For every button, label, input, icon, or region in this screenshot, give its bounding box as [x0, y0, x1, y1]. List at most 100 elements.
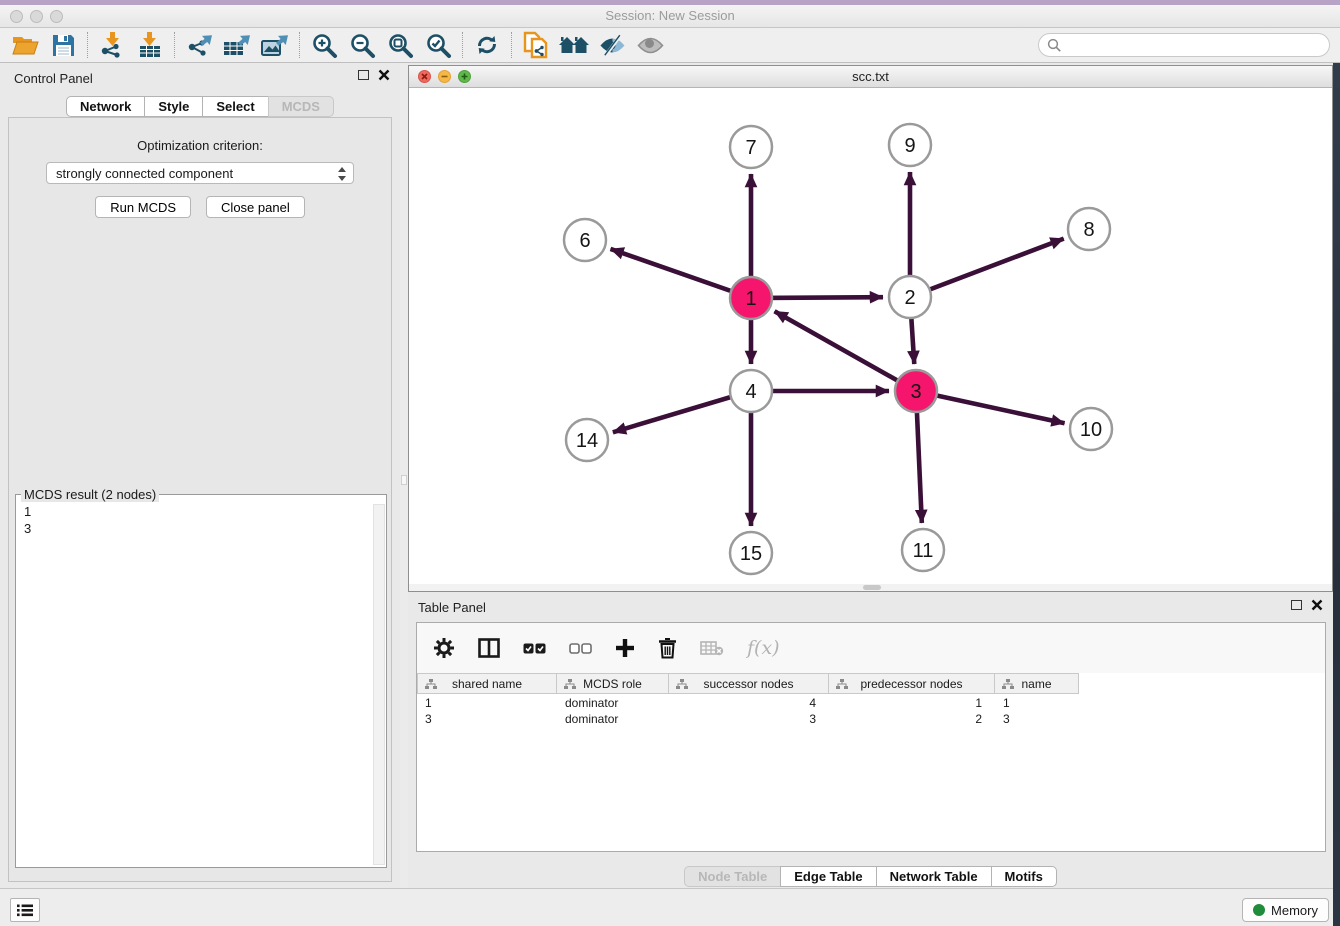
- graph-node-11[interactable]: 11: [902, 529, 944, 571]
- tab-select[interactable]: Select: [202, 96, 268, 117]
- new-network-from-selection-icon[interactable]: [517, 30, 555, 60]
- table-cell[interactable]: 1: [417, 694, 557, 710]
- float-panel-icon[interactable]: [358, 70, 369, 80]
- export-image-icon[interactable]: [256, 30, 294, 60]
- zoom-fit-icon[interactable]: [381, 30, 419, 60]
- search-icon: [1047, 38, 1062, 53]
- table-cell[interactable]: 1: [829, 694, 995, 710]
- table-settings-gear-icon[interactable]: [433, 637, 455, 659]
- run-mcds-button[interactable]: Run MCDS: [95, 196, 191, 218]
- table-tab-motifs[interactable]: Motifs: [991, 866, 1057, 887]
- export-table-icon[interactable]: [218, 30, 256, 60]
- table-row[interactable]: 1dominator411: [417, 694, 1325, 710]
- graph-node-label: 9: [904, 135, 915, 157]
- show-all-eye-icon[interactable]: [631, 30, 669, 60]
- function-builder-icon[interactable]: f(x): [747, 637, 780, 659]
- table-cell[interactable]: dominator: [557, 710, 669, 726]
- node-table: f(x) shared nameMCDS rolesuccessor nodes…: [416, 622, 1326, 852]
- zoom-out-icon[interactable]: [343, 30, 381, 60]
- select-all-checks-icon[interactable]: [523, 643, 546, 654]
- result-scrollbar[interactable]: [373, 504, 385, 865]
- table-panel-title: Table Panel: [418, 600, 486, 615]
- table-tab-node-table[interactable]: Node Table: [684, 866, 781, 887]
- network-canvas[interactable]: 7 9 6 8 1 2 4 3 14 10 15 11: [409, 88, 1332, 584]
- graph-node-label: 8: [1083, 219, 1094, 241]
- refresh-view-icon[interactable]: [468, 30, 506, 60]
- delete-columns-trash-icon[interactable]: [658, 637, 677, 659]
- graph-node-10[interactable]: 10: [1070, 408, 1112, 450]
- graph-node-7[interactable]: 7: [730, 126, 772, 168]
- zoom-in-icon[interactable]: [305, 30, 343, 60]
- tab-network[interactable]: Network: [66, 96, 145, 117]
- apply-layout-icon[interactable]: [555, 30, 593, 60]
- search-input[interactable]: [1062, 36, 1329, 54]
- network-window-titlebar[interactable]: scc.txt: [409, 66, 1332, 88]
- deselect-all-checks-icon[interactable]: [569, 643, 592, 654]
- column-header-successor-nodes[interactable]: successor nodes: [669, 673, 829, 694]
- graph-node-3[interactable]: 3: [895, 370, 937, 412]
- graph-node-14[interactable]: 14: [566, 419, 608, 461]
- delete-table-icon[interactable]: [700, 640, 724, 656]
- graph-node-4[interactable]: 4: [730, 370, 772, 412]
- network-hscrollbar[interactable]: [409, 584, 1332, 591]
- tab-mcds[interactable]: MCDS: [268, 96, 334, 117]
- splitter-handle[interactable]: [401, 475, 407, 485]
- memory-label: Memory: [1271, 903, 1318, 918]
- table-tab-network-table[interactable]: Network Table: [876, 866, 992, 887]
- tab-style[interactable]: Style: [144, 96, 203, 117]
- network-hscroll-thumb[interactable]: [863, 585, 881, 590]
- table-cell[interactable]: 3: [995, 710, 1079, 726]
- table-cell[interactable]: dominator: [557, 694, 669, 710]
- table-cell[interactable]: 4: [669, 694, 829, 710]
- open-session-icon[interactable]: [6, 30, 44, 60]
- graph-edge-1-6[interactable]: [610, 249, 751, 298]
- table-cell[interactable]: 1: [995, 694, 1079, 710]
- close-panel-icon[interactable]: [378, 69, 390, 81]
- mcds-result-box: MCDS result (2 nodes) 13: [15, 494, 387, 868]
- graph-edge-3-10[interactable]: [916, 391, 1065, 423]
- column-header-shared-name[interactable]: shared name: [417, 673, 557, 694]
- graph-edge-3-1[interactable]: [775, 311, 916, 391]
- search-box[interactable]: [1038, 33, 1330, 57]
- criterion-select[interactable]: strongly connected component: [46, 162, 354, 184]
- save-session-icon[interactable]: [44, 30, 82, 60]
- memory-status-icon: [1253, 904, 1265, 916]
- zoom-selected-icon[interactable]: [419, 30, 457, 60]
- table-panel: Table Panel: [408, 593, 1333, 888]
- close-table-panel-icon[interactable]: [1311, 599, 1323, 611]
- float-table-panel-icon[interactable]: [1291, 600, 1302, 610]
- graph-node-8[interactable]: 8: [1068, 208, 1110, 250]
- graph-node-label: 7: [745, 137, 756, 159]
- graph-node-label: 1: [745, 288, 756, 310]
- table-row[interactable]: 3dominator323: [417, 710, 1325, 726]
- panel-splitter[interactable]: [400, 63, 408, 888]
- add-column-icon[interactable]: [615, 638, 635, 658]
- graph-node-label: 3: [910, 381, 921, 403]
- graph-node-6[interactable]: 6: [564, 219, 606, 261]
- graph-edge-2-8[interactable]: [910, 239, 1064, 297]
- toggle-columns-icon[interactable]: [478, 638, 500, 658]
- graph-node-15[interactable]: 15: [730, 532, 772, 574]
- table-tab-edge-table[interactable]: Edge Table: [780, 866, 876, 887]
- desktop-background: [1333, 63, 1340, 926]
- export-network-icon[interactable]: [180, 30, 218, 60]
- graph-node-label: 14: [576, 430, 598, 452]
- graph-node-label: 15: [740, 543, 762, 565]
- import-table-from-file-icon[interactable]: [131, 30, 169, 60]
- task-history-button[interactable]: [10, 898, 40, 922]
- table-cell[interactable]: 3: [417, 710, 557, 726]
- column-header-mcds-role[interactable]: MCDS role: [557, 673, 669, 694]
- memory-button[interactable]: Memory: [1242, 898, 1329, 922]
- column-header-name[interactable]: name: [995, 673, 1079, 694]
- import-network-from-file-icon[interactable]: [93, 30, 131, 60]
- graph-node-2[interactable]: 2: [889, 276, 931, 318]
- graph-node-1[interactable]: 1: [730, 277, 772, 319]
- table-cell[interactable]: 3: [669, 710, 829, 726]
- criterion-selected-value: strongly connected component: [56, 166, 233, 181]
- close-panel-button[interactable]: Close panel: [206, 196, 305, 218]
- table-cell[interactable]: 2: [829, 710, 995, 726]
- graph-node-9[interactable]: 9: [889, 124, 931, 166]
- column-header-predecessor-nodes[interactable]: predecessor nodes: [829, 673, 995, 694]
- graph-node-label: 6: [579, 230, 590, 252]
- hide-selected-eye-icon[interactable]: [593, 30, 631, 60]
